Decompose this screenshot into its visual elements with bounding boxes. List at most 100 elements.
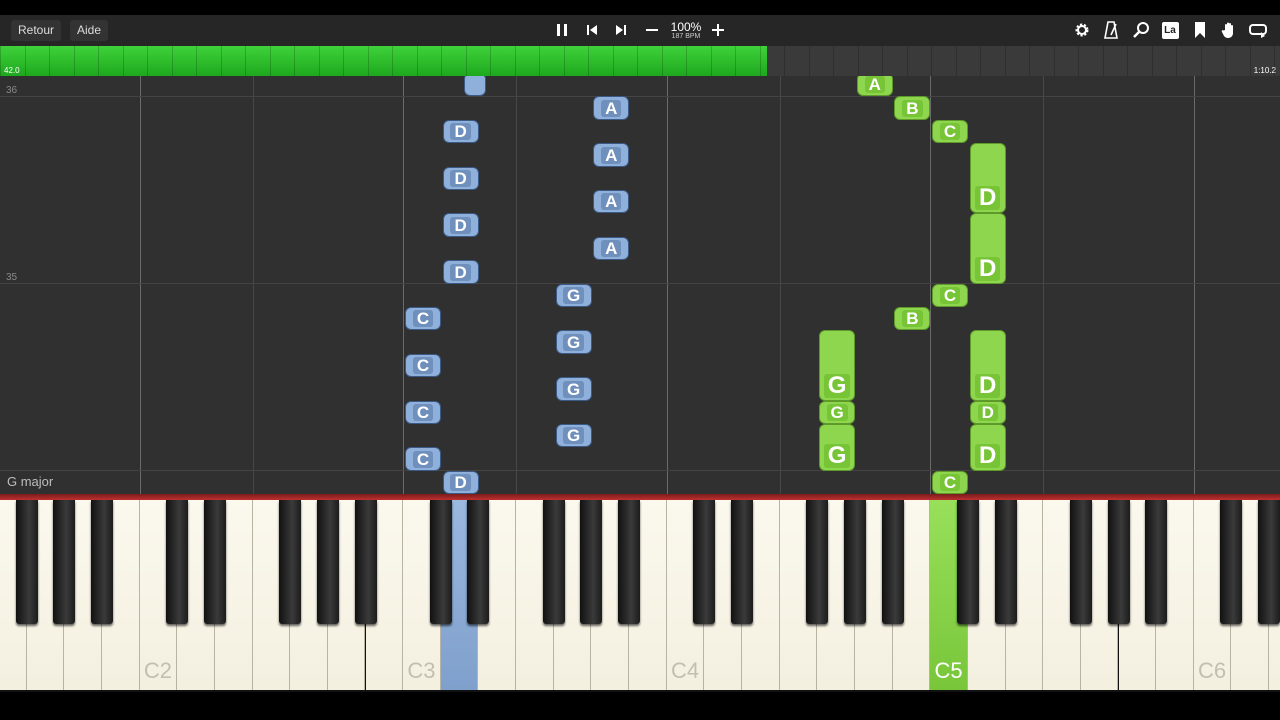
progress-tick	[1004, 46, 1006, 76]
note-label: D	[975, 373, 1001, 398]
note-a-left: A	[593, 236, 630, 261]
grid-line	[1194, 76, 1195, 494]
progress-end-time: 1:10.2	[1253, 66, 1276, 75]
note-label-icon[interactable]: La	[1159, 19, 1181, 41]
progress-tick	[1249, 46, 1251, 76]
black-key[interactable]	[542, 500, 565, 624]
black-key[interactable]	[1107, 500, 1130, 624]
pause-icon[interactable]	[551, 19, 573, 41]
progress-tick	[637, 46, 638, 76]
note-label: D	[450, 123, 471, 141]
note-label: D	[975, 186, 1001, 211]
progress-tick	[294, 46, 295, 76]
grid-line	[140, 76, 141, 494]
note-label: G	[562, 286, 585, 304]
loop-icon[interactable]	[1247, 19, 1269, 41]
black-key[interactable]	[1069, 500, 1092, 624]
zoom-level: 100%	[670, 20, 702, 34]
note-label: C	[939, 474, 961, 492]
back-button[interactable]: Retour	[11, 20, 62, 41]
black-key[interactable]	[354, 500, 377, 624]
note-d-left: D	[442, 470, 479, 494]
note-g-right: G	[819, 400, 856, 424]
black-key[interactable]	[618, 500, 641, 624]
note-g-left: G	[555, 330, 592, 354]
note-label: C	[412, 403, 434, 421]
help-button[interactable]: Aide	[70, 20, 109, 41]
progress-tick	[1078, 46, 1079, 76]
note-label: D	[450, 216, 471, 234]
black-key[interactable]	[429, 500, 452, 624]
black-key[interactable]	[15, 500, 38, 624]
black-key[interactable]	[881, 500, 904, 624]
note-label: D	[450, 263, 471, 281]
note-a-left: A	[593, 190, 630, 214]
bookmark-icon[interactable]	[1189, 19, 1211, 41]
progress-tick	[122, 46, 124, 76]
black-key[interactable]	[279, 500, 302, 624]
progress-fill	[0, 46, 767, 76]
progress-tick	[392, 46, 393, 76]
octave-label: C5	[934, 658, 963, 683]
black-key[interactable]	[1258, 500, 1280, 624]
black-key[interactable]	[806, 500, 829, 624]
black-key[interactable]	[843, 500, 866, 624]
grid-line	[516, 76, 517, 494]
note-d-left: D	[442, 166, 479, 190]
grid-line	[403, 76, 404, 494]
note-b-right: B	[894, 96, 931, 120]
black-key[interactable]	[1220, 500, 1243, 624]
progress-tick	[147, 46, 148, 76]
song-progress-bar[interactable]: 42.0 1:10.2	[0, 46, 1280, 76]
note-sharp-left	[464, 76, 487, 97]
gear-icon[interactable]	[1071, 19, 1093, 41]
black-key[interactable]	[994, 500, 1017, 624]
note-label: A	[601, 240, 622, 258]
note-c-left: C	[404, 447, 441, 471]
hand-icon[interactable]	[1218, 19, 1240, 41]
black-key[interactable]	[316, 500, 339, 624]
note-label: D	[450, 169, 471, 187]
note-label: G	[826, 403, 848, 421]
note-a-left: A	[593, 143, 630, 167]
black-key[interactable]	[731, 500, 753, 624]
note-d-right: D	[969, 213, 1006, 284]
skip-forward-icon[interactable]	[610, 19, 632, 41]
progress-tick	[1225, 46, 1226, 76]
black-key[interactable]	[1145, 500, 1168, 624]
note-label-text: La	[1161, 21, 1179, 39]
progress-tick	[318, 46, 320, 76]
note-label: G	[562, 333, 585, 351]
black-key[interactable]	[203, 500, 226, 624]
grid-line	[667, 76, 668, 494]
progress-tick	[906, 46, 908, 76]
progress-tick	[490, 46, 491, 76]
grid-line	[253, 76, 254, 494]
minus-icon[interactable]	[641, 19, 663, 41]
note-label: G	[823, 443, 851, 468]
search-icon[interactable]	[1130, 19, 1152, 41]
progress-tick	[1176, 46, 1177, 76]
progress-tick	[0, 46, 1, 76]
progress-tick	[1151, 46, 1153, 76]
grid-line	[930, 76, 931, 494]
note-label: D	[975, 443, 1001, 468]
progress-tick	[73, 46, 75, 76]
black-key[interactable]	[580, 500, 603, 624]
plus-icon[interactable]	[707, 19, 729, 41]
progress-tick	[171, 46, 173, 76]
black-key[interactable]	[90, 500, 113, 624]
black-key[interactable]	[53, 500, 76, 624]
progress-tick	[245, 46, 246, 76]
note-g-left: G	[555, 377, 592, 401]
black-key[interactable]	[166, 500, 189, 624]
black-key[interactable]	[956, 500, 979, 624]
note-c-left: C	[404, 353, 441, 378]
black-key[interactable]	[467, 500, 490, 624]
progress-tick	[735, 46, 736, 76]
skip-back-icon[interactable]	[581, 19, 603, 41]
metronome-icon[interactable]	[1100, 19, 1122, 41]
progress-tick	[1127, 46, 1128, 76]
black-key[interactable]	[693, 500, 716, 624]
progress-tick	[343, 46, 344, 76]
